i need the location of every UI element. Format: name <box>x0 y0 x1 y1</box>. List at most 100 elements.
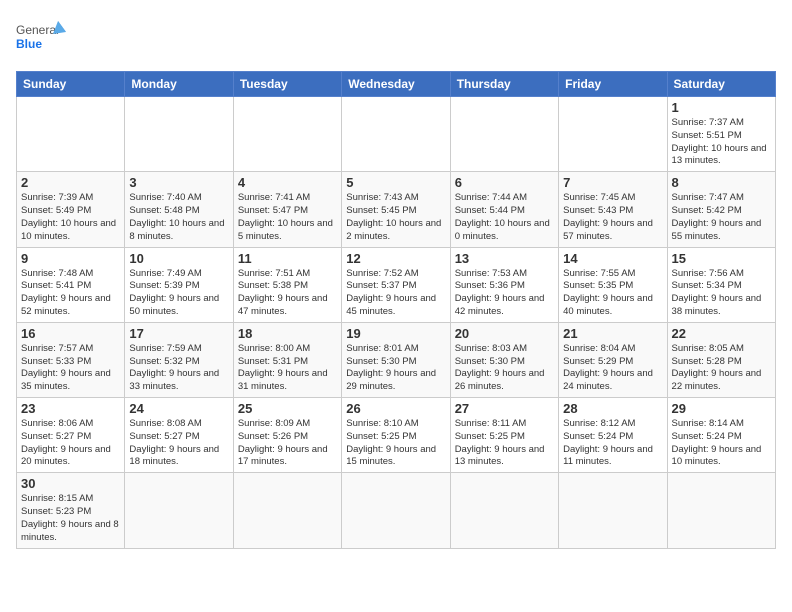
day-info: Sunrise: 8:15 AM Sunset: 5:23 PM Dayligh… <box>21 493 120 544</box>
day-number: 17 <box>129 326 228 341</box>
calendar-cell <box>233 473 341 548</box>
calendar-cell <box>342 473 450 548</box>
day-number: 23 <box>21 401 120 416</box>
calendar-cell <box>125 473 233 548</box>
day-number: 25 <box>238 401 337 416</box>
day-info: Sunrise: 7:45 AM Sunset: 5:43 PM Dayligh… <box>563 192 662 243</box>
day-number: 8 <box>672 175 771 190</box>
calendar-cell: 14Sunrise: 7:55 AM Sunset: 5:35 PM Dayli… <box>559 247 667 322</box>
calendar-cell <box>559 473 667 548</box>
day-info: Sunrise: 8:06 AM Sunset: 5:27 PM Dayligh… <box>21 418 120 469</box>
calendar-week-5: 23 Sunrise: 8:06 AM Sunset: 5:27 PM Dayli… <box>17 398 776 473</box>
day-info: Sunrise: 7:41 AM Sunset: 5:47 PM Dayligh… <box>238 192 337 243</box>
day-info: Sunrise: 8:00 AM Sunset: 5:31 PM Dayligh… <box>238 343 337 394</box>
calendar-cell: 7 Sunrise: 7:45 AM Sunset: 5:43 PM Daylig… <box>559 172 667 247</box>
day-info: Sunrise: 7:48 AM Sunset: 5:41 PM Dayligh… <box>21 268 120 319</box>
calendar-cell <box>342 97 450 172</box>
day-info: Sunrise: 7:57 AM Sunset: 5:33 PM Dayligh… <box>21 343 120 394</box>
col-header-saturday: Saturday <box>667 72 775 97</box>
calendar-cell: 8Sunrise: 7:47 AM Sunset: 5:42 PM Daylig… <box>667 172 775 247</box>
day-number: 29 <box>672 401 771 416</box>
day-info: Sunrise: 8:11 AM Sunset: 5:25 PM Dayligh… <box>455 418 554 469</box>
calendar-cell: 10Sunrise: 7:49 AM Sunset: 5:39 PM Dayli… <box>125 247 233 322</box>
calendar-week-1: 1Sunrise: 7:37 AM Sunset: 5:51 PM Daylig… <box>17 97 776 172</box>
day-number: 5 <box>346 175 445 190</box>
day-number: 9 <box>21 251 120 266</box>
col-header-monday: Monday <box>125 72 233 97</box>
calendar-cell <box>559 97 667 172</box>
calendar-cell <box>125 97 233 172</box>
calendar-cell: 30 Sunrise: 8:15 AM Sunset: 5:23 PM Dayli… <box>17 473 125 548</box>
calendar-week-2: 2Sunrise: 7:39 AM Sunset: 5:49 PM Daylig… <box>17 172 776 247</box>
day-number: 22 <box>672 326 771 341</box>
day-info: Sunrise: 8:05 AM Sunset: 5:28 PM Dayligh… <box>672 343 771 394</box>
day-number: 28 <box>563 401 662 416</box>
day-number: 16 <box>21 326 120 341</box>
logo: General Blue <box>16 16 66 61</box>
col-header-thursday: Thursday <box>450 72 558 97</box>
day-number: 27 <box>455 401 554 416</box>
calendar-cell: 6Sunrise: 7:44 AM Sunset: 5:44 PM Daylig… <box>450 172 558 247</box>
col-header-sunday: Sunday <box>17 72 125 97</box>
calendar-cell: 11 Sunrise: 7:51 AM Sunset: 5:38 PM Dayli… <box>233 247 341 322</box>
calendar-cell <box>450 473 558 548</box>
day-info: Sunrise: 8:04 AM Sunset: 5:29 PM Dayligh… <box>563 343 662 394</box>
svg-text:General: General <box>16 23 59 37</box>
day-number: 19 <box>346 326 445 341</box>
day-info: Sunrise: 8:08 AM Sunset: 5:27 PM Dayligh… <box>129 418 228 469</box>
day-number: 24 <box>129 401 228 416</box>
calendar-cell: 23 Sunrise: 8:06 AM Sunset: 5:27 PM Dayli… <box>17 398 125 473</box>
day-info: Sunrise: 7:43 AM Sunset: 5:45 PM Dayligh… <box>346 192 445 243</box>
day-number: 15 <box>672 251 771 266</box>
day-number: 1 <box>672 100 771 115</box>
calendar-cell: 16 Sunrise: 7:57 AM Sunset: 5:33 PM Dayli… <box>17 322 125 397</box>
calendar-cell <box>450 97 558 172</box>
page-header: General Blue <box>16 16 776 61</box>
day-number: 18 <box>238 326 337 341</box>
calendar-cell: 29 Sunrise: 8:14 AM Sunset: 5:24 PM Dayli… <box>667 398 775 473</box>
calendar-cell: 17Sunrise: 7:59 AM Sunset: 5:32 PM Dayli… <box>125 322 233 397</box>
day-number: 7 <box>563 175 662 190</box>
calendar-cell: 5 Sunrise: 7:43 AM Sunset: 5:45 PM Daylig… <box>342 172 450 247</box>
calendar-cell: 3Sunrise: 7:40 AM Sunset: 5:48 PM Daylig… <box>125 172 233 247</box>
logo-svg: General Blue <box>16 16 66 61</box>
calendar-cell <box>667 473 775 548</box>
day-info: Sunrise: 7:52 AM Sunset: 5:37 PM Dayligh… <box>346 268 445 319</box>
day-info: Sunrise: 7:39 AM Sunset: 5:49 PM Dayligh… <box>21 192 120 243</box>
day-info: Sunrise: 8:14 AM Sunset: 5:24 PM Dayligh… <box>672 418 771 469</box>
calendar-cell: 19 Sunrise: 8:01 AM Sunset: 5:30 PM Dayli… <box>342 322 450 397</box>
calendar-cell: 2Sunrise: 7:39 AM Sunset: 5:49 PM Daylig… <box>17 172 125 247</box>
day-info: Sunrise: 8:12 AM Sunset: 5:24 PM Dayligh… <box>563 418 662 469</box>
day-info: Sunrise: 7:53 AM Sunset: 5:36 PM Dayligh… <box>455 268 554 319</box>
calendar-cell <box>233 97 341 172</box>
day-number: 4 <box>238 175 337 190</box>
calendar-cell: 13 Sunrise: 7:53 AM Sunset: 5:36 PM Dayli… <box>450 247 558 322</box>
calendar-week-6: 30 Sunrise: 8:15 AM Sunset: 5:23 PM Dayli… <box>17 473 776 548</box>
calendar-cell: 12 Sunrise: 7:52 AM Sunset: 5:37 PM Dayli… <box>342 247 450 322</box>
day-info: Sunrise: 7:44 AM Sunset: 5:44 PM Dayligh… <box>455 192 554 243</box>
calendar-cell: 24 Sunrise: 8:08 AM Sunset: 5:27 PM Dayli… <box>125 398 233 473</box>
day-number: 30 <box>21 476 120 491</box>
calendar-week-4: 16 Sunrise: 7:57 AM Sunset: 5:33 PM Dayli… <box>17 322 776 397</box>
calendar-header-row: SundayMondayTuesdayWednesdayThursdayFrid… <box>17 72 776 97</box>
calendar-table: SundayMondayTuesdayWednesdayThursdayFrid… <box>16 71 776 549</box>
day-number: 13 <box>455 251 554 266</box>
day-number: 3 <box>129 175 228 190</box>
day-number: 12 <box>346 251 445 266</box>
day-number: 14 <box>563 251 662 266</box>
day-info: Sunrise: 7:51 AM Sunset: 5:38 PM Dayligh… <box>238 268 337 319</box>
calendar-cell: 21Sunrise: 8:04 AM Sunset: 5:29 PM Dayli… <box>559 322 667 397</box>
svg-text:Blue: Blue <box>16 37 42 51</box>
day-info: Sunrise: 8:01 AM Sunset: 5:30 PM Dayligh… <box>346 343 445 394</box>
day-info: Sunrise: 7:56 AM Sunset: 5:34 PM Dayligh… <box>672 268 771 319</box>
col-header-wednesday: Wednesday <box>342 72 450 97</box>
calendar-cell: 18 Sunrise: 8:00 AM Sunset: 5:31 PM Dayli… <box>233 322 341 397</box>
col-header-friday: Friday <box>559 72 667 97</box>
day-number: 11 <box>238 251 337 266</box>
calendar-cell: 27 Sunrise: 8:11 AM Sunset: 5:25 PM Dayli… <box>450 398 558 473</box>
calendar-cell <box>17 97 125 172</box>
calendar-cell: 22 Sunrise: 8:05 AM Sunset: 5:28 PM Dayli… <box>667 322 775 397</box>
calendar-week-3: 9 Sunrise: 7:48 AM Sunset: 5:41 PM Daylig… <box>17 247 776 322</box>
day-number: 10 <box>129 251 228 266</box>
day-number: 26 <box>346 401 445 416</box>
